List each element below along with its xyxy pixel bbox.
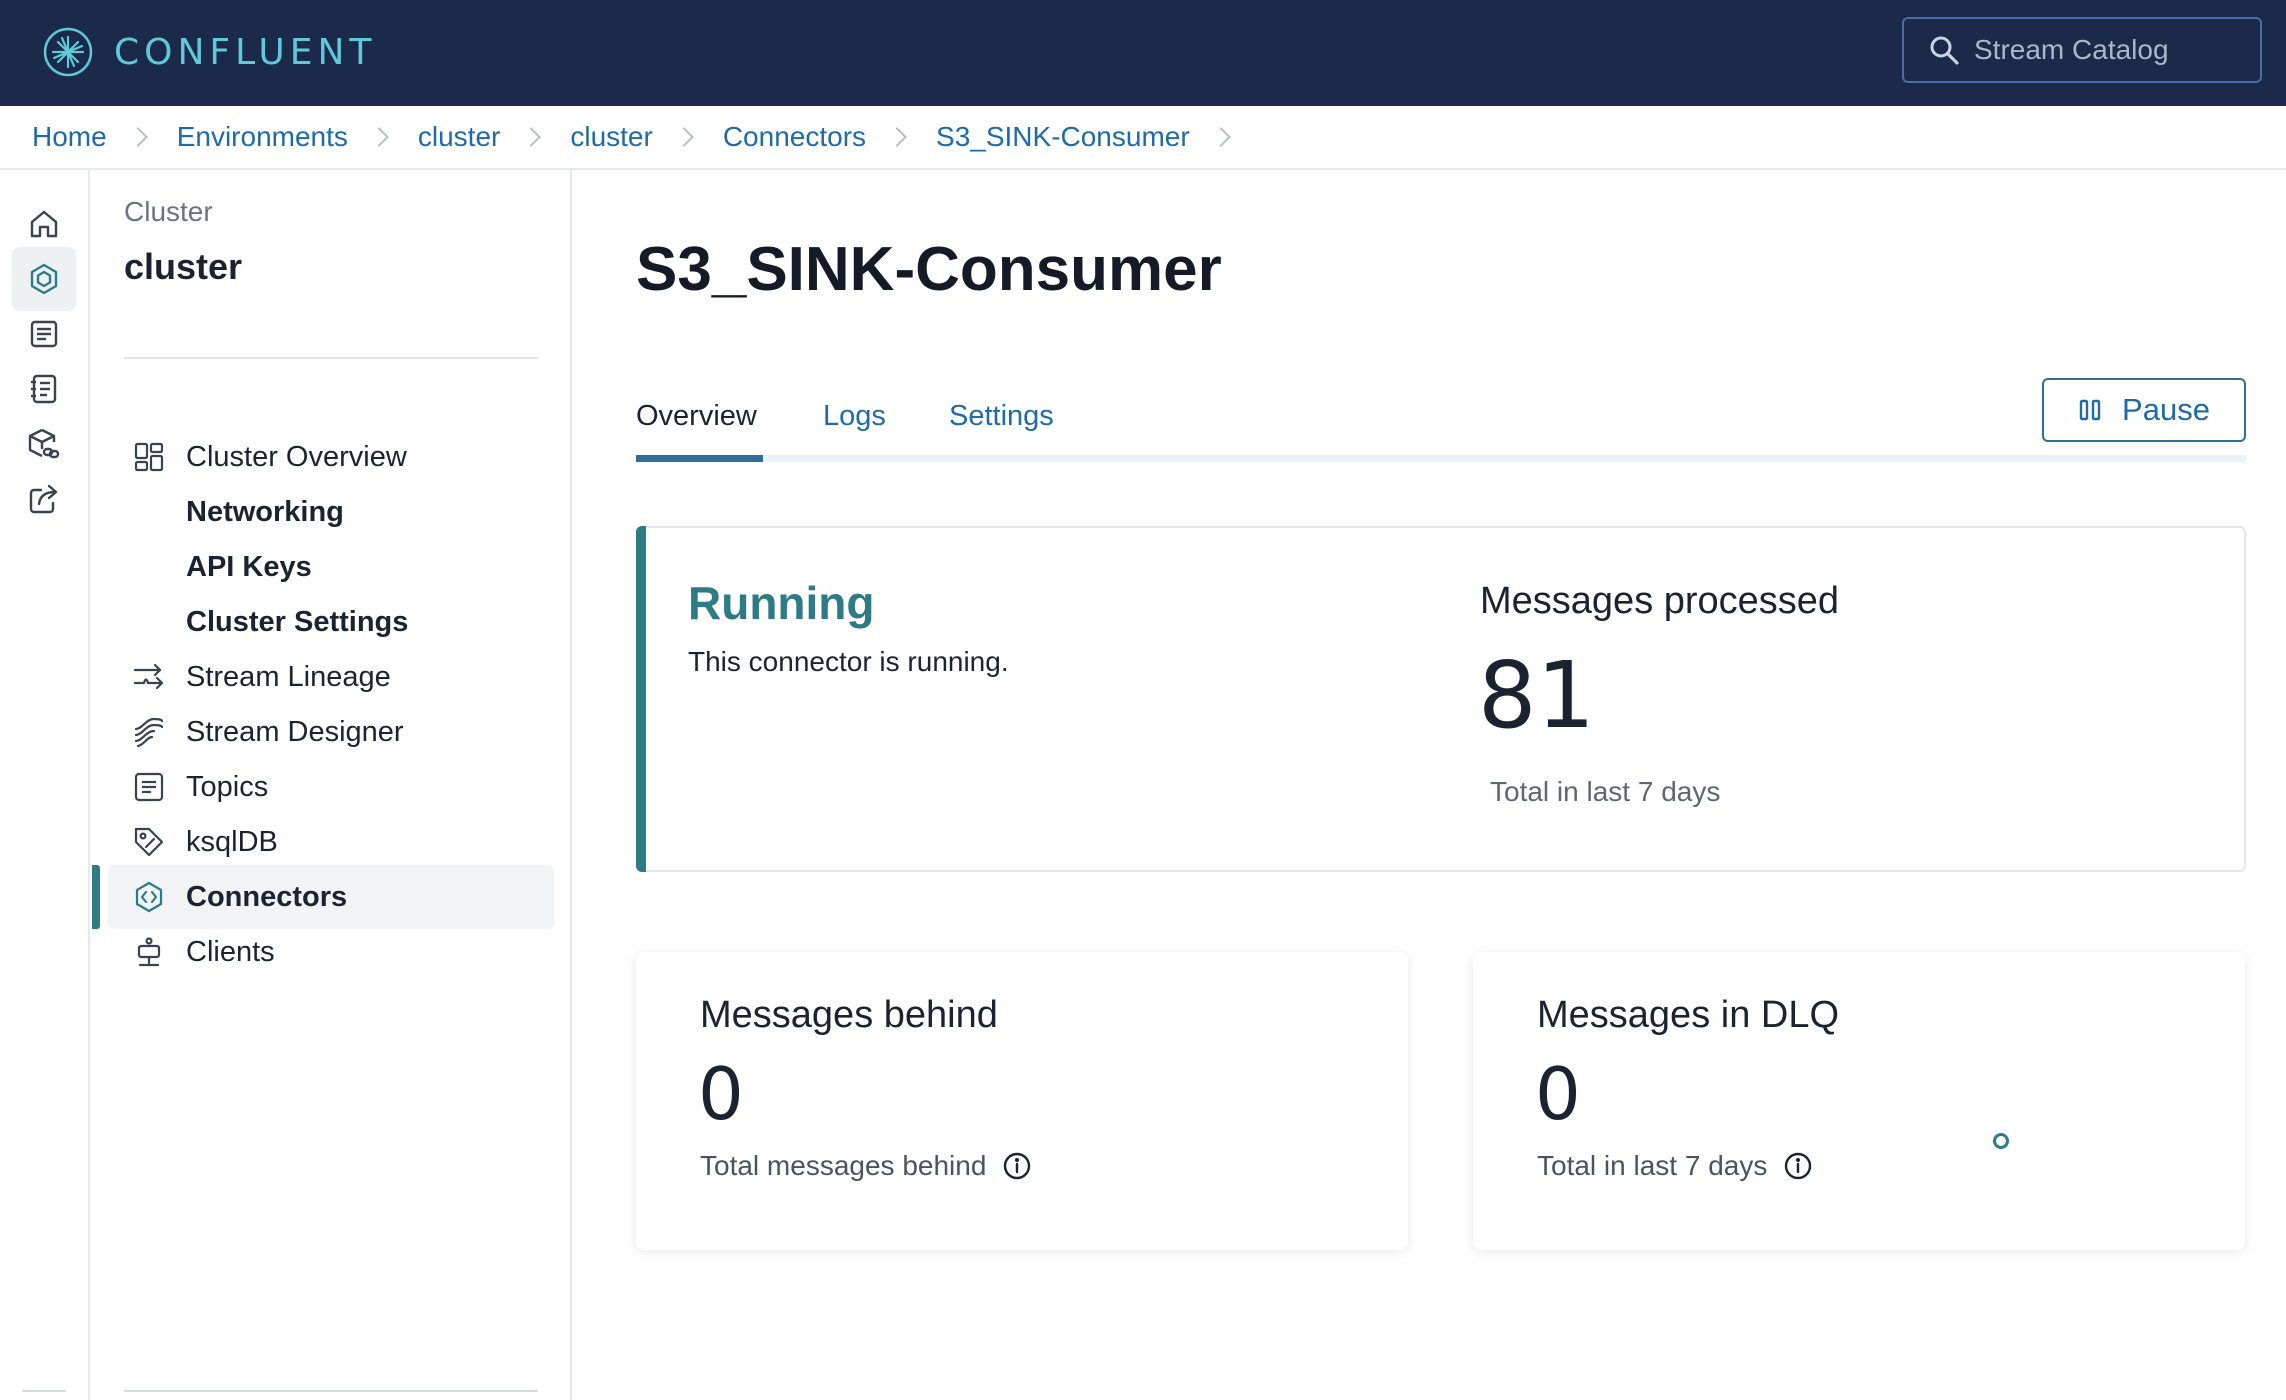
- active-tab-underline: [636, 455, 763, 462]
- chevron-right-icon: [521, 127, 542, 147]
- search-input[interactable]: [1974, 34, 2234, 66]
- chevron-right-icon: [127, 127, 148, 147]
- metric-note: Total in last 7 days: [1537, 1150, 1813, 1182]
- confluent-logo-icon: [43, 27, 93, 77]
- metric-title: Messages behind: [700, 994, 998, 1036]
- loading-indicator-icon: [1993, 1133, 2009, 1149]
- nav-item-clients[interactable]: Clients: [108, 920, 554, 984]
- brand-name: CONFLUENT: [114, 31, 377, 73]
- nav-item-label: Clients: [186, 935, 275, 968]
- home-icon: [30, 210, 58, 238]
- topics-document-icon: [130, 768, 168, 806]
- breadcrumb-cluster[interactable]: cluster: [570, 121, 652, 153]
- confluent-logo[interactable]: CONFLUENT: [42, 24, 376, 80]
- tab-logs[interactable]: Logs: [823, 400, 886, 433]
- icon-rail: [0, 170, 90, 1400]
- nav-item-label: Networking: [186, 495, 344, 528]
- nav-item-label: Topics: [186, 770, 269, 803]
- package-link-icon: [28, 428, 60, 459]
- messages-processed-label: Messages processed: [1480, 580, 1840, 622]
- metric-note-text: Total messages behind: [700, 1150, 987, 1181]
- dashboard-icon: [130, 438, 168, 476]
- breadcrumb-connectors[interactable]: Connectors: [723, 121, 866, 153]
- metric-note-text: Total in last 7 days: [1537, 1150, 1768, 1181]
- metric-value: 0: [698, 1052, 744, 1136]
- messages-processed-note: Total in last 7 days: [1490, 776, 1721, 807]
- chevron-right-icon: [1210, 127, 1231, 147]
- top-bar: CONFLUENT: [0, 0, 2286, 106]
- chevron-right-icon: [887, 127, 907, 147]
- status-accent-bar: [636, 526, 646, 872]
- connector-status-card: Running This connector is running. Messa…: [636, 526, 2246, 872]
- rail-divider: [22, 1390, 66, 1392]
- messages-behind-card: Messages behind 0 Total messages behind: [636, 952, 1408, 1250]
- nav-item-label: Cluster Overview: [186, 440, 407, 473]
- ksqldb-tag-icon: [130, 823, 168, 861]
- pause-button[interactable]: Pause: [2042, 378, 2246, 442]
- breadcrumb: Home Environments cluster cluster Connec…: [0, 106, 2286, 170]
- messages-in-dlq-card: Messages in DLQ 0 Total in last 7 days: [1473, 952, 2245, 1250]
- breadcrumb-home[interactable]: Home: [32, 121, 107, 153]
- share-icon: [29, 484, 58, 514]
- notebook-icon: [31, 374, 57, 404]
- clients-icon: [130, 933, 168, 971]
- nav-item-label: Cluster Settings: [186, 605, 409, 638]
- chevron-right-icon: [368, 127, 389, 147]
- breadcrumb-connector[interactable]: S3_SINK-Consumer: [936, 121, 1190, 153]
- nav-item-label: Connectors: [186, 880, 348, 913]
- tab-track: [636, 455, 2246, 462]
- rail-share-button[interactable]: [12, 467, 76, 531]
- cluster-name: cluster: [124, 246, 243, 287]
- designer-waves-icon: [130, 713, 168, 751]
- search-icon: [1930, 36, 1959, 65]
- pause-button-label: Pause: [2122, 392, 2210, 427]
- cluster-hex-icon: [30, 263, 58, 295]
- metric-value: 0: [1535, 1052, 1581, 1136]
- tab-settings[interactable]: Settings: [949, 400, 1054, 433]
- cluster-side-nav: Cluster cluster Cluster Overview Network…: [92, 170, 572, 1400]
- tab-bar: Overview Logs Settings: [636, 400, 2246, 464]
- metric-note: Total messages behind: [700, 1150, 1032, 1182]
- stream-catalog-search[interactable]: [1902, 17, 2262, 83]
- nav-item-label: Stream Lineage: [186, 660, 391, 693]
- lineage-arrows-icon: [130, 658, 168, 696]
- chevron-right-icon: [673, 127, 694, 147]
- active-indicator: [92, 865, 100, 929]
- cluster-kicker: Cluster: [124, 196, 213, 227]
- connector-hex-icon: [130, 878, 168, 916]
- breadcrumb-environments[interactable]: Environments: [177, 121, 348, 153]
- divider: [124, 1390, 538, 1392]
- pause-icon: [2079, 399, 2101, 421]
- nav-item-label: API Keys: [186, 550, 312, 583]
- info-icon[interactable]: [1002, 1151, 1032, 1181]
- divider: [124, 357, 538, 359]
- page-title: S3_SINK-Consumer: [636, 235, 1222, 304]
- messages-processed-value: 81: [1478, 642, 1596, 749]
- breadcrumb-environment[interactable]: cluster: [418, 121, 500, 153]
- info-icon[interactable]: [1783, 1151, 1813, 1181]
- nav-item-label: ksqlDB: [186, 825, 278, 858]
- nav-item-label: Stream Designer: [186, 715, 404, 748]
- document-icon: [30, 320, 58, 348]
- tab-overview[interactable]: Overview: [636, 400, 757, 433]
- metric-title: Messages in DLQ: [1537, 994, 1840, 1036]
- status-description: This connector is running.: [688, 646, 1009, 677]
- status-title: Running: [688, 577, 875, 629]
